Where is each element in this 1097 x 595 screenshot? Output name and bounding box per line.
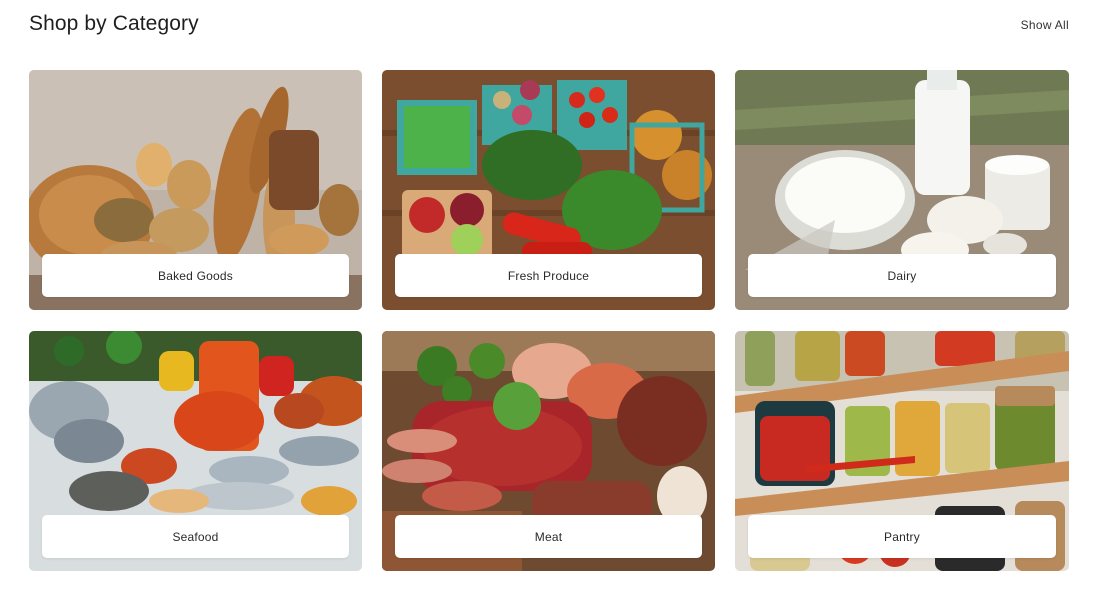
category-card-seafood[interactable]: Seafood bbox=[29, 331, 362, 571]
category-card-fresh-produce[interactable]: Fresh Produce bbox=[382, 70, 715, 310]
category-label: Seafood bbox=[42, 515, 349, 558]
category-grid: Baked Goods Fresh Produce Dairy Seafood … bbox=[29, 70, 1069, 571]
category-card-pantry[interactable]: Pantry bbox=[735, 331, 1069, 571]
category-section: Shop by Category Show All Baked Goods Fr… bbox=[0, 0, 1097, 595]
section-header: Shop by Category Show All bbox=[29, 8, 1069, 40]
category-card-meat[interactable]: Meat bbox=[382, 331, 715, 571]
section-title: Shop by Category bbox=[29, 12, 199, 35]
category-label: Pantry bbox=[748, 515, 1056, 558]
show-all-link[interactable]: Show All bbox=[1021, 18, 1069, 32]
category-label: Meat bbox=[395, 515, 702, 558]
category-label: Baked Goods bbox=[42, 254, 349, 297]
category-label: Fresh Produce bbox=[395, 254, 702, 297]
category-label: Dairy bbox=[748, 254, 1056, 297]
category-card-baked-goods[interactable]: Baked Goods bbox=[29, 70, 362, 310]
category-card-dairy[interactable]: Dairy bbox=[735, 70, 1069, 310]
